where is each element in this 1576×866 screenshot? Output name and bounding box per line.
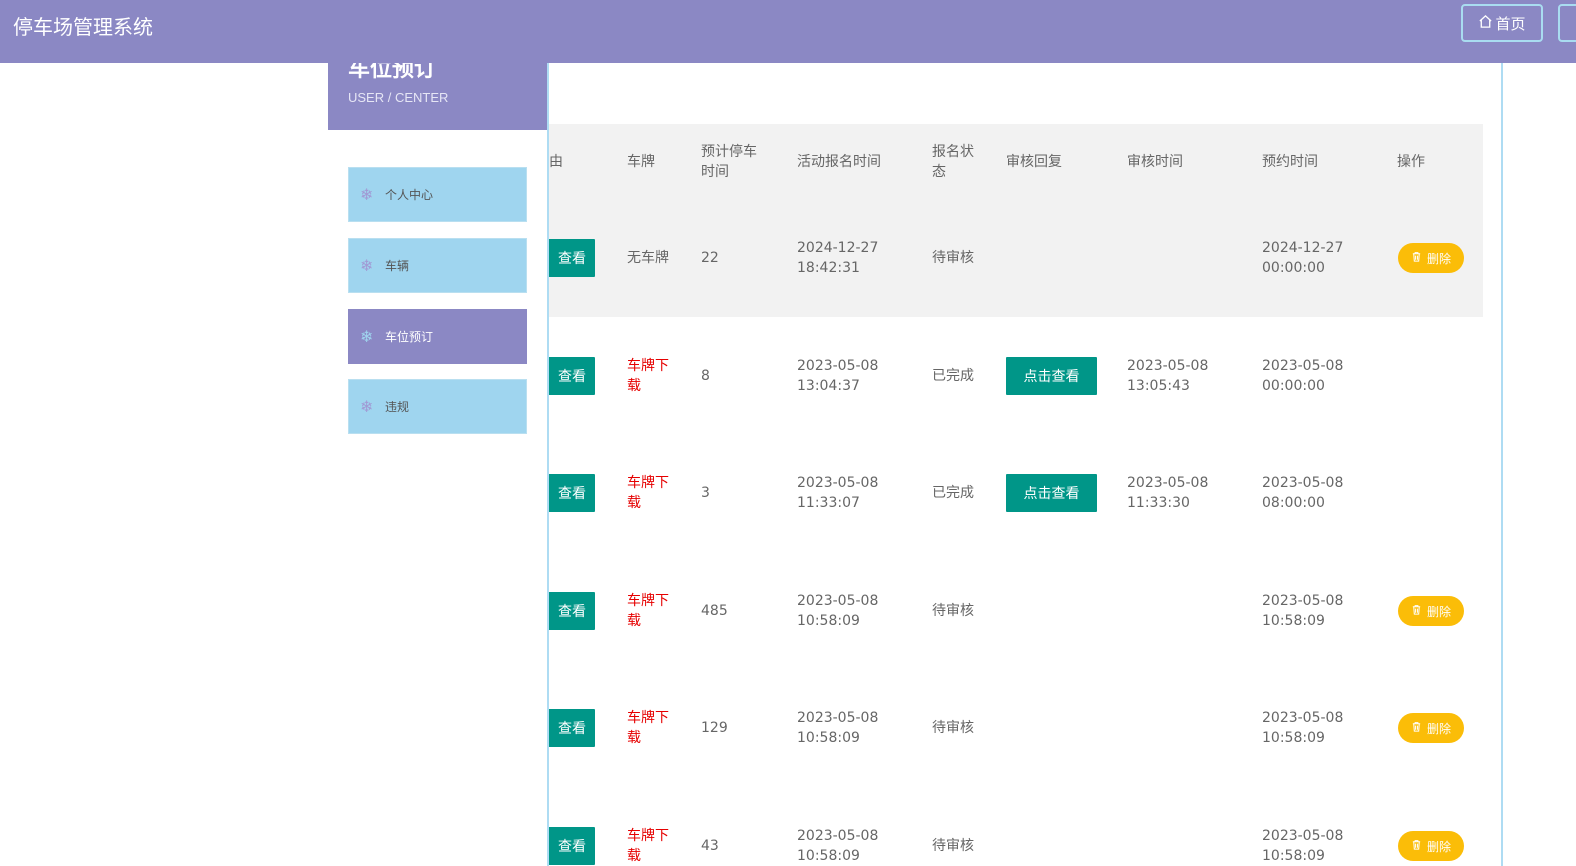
reason-view-label: 查看 bbox=[558, 839, 586, 855]
delete-button-label: 删除 bbox=[1426, 251, 1451, 266]
plate-cell[interactable]: 车牌下载 bbox=[627, 552, 677, 670]
reason-view-label: 查看 bbox=[558, 251, 586, 267]
sidebar-item-label: 车位预订 bbox=[385, 330, 434, 344]
plate-cell: 无车牌 bbox=[627, 250, 669, 266]
reserve-time-cell: 2024-12-27 00:00:00 bbox=[1262, 240, 1344, 276]
hours-cell: 43 bbox=[701, 838, 719, 854]
reserve-time-cell: 2023-05-08 10:58:09 bbox=[1262, 710, 1344, 746]
sidebar-item-label: 车辆 bbox=[385, 259, 410, 273]
review-time-cell: 2023-05-08 13:05:43 bbox=[1127, 358, 1209, 394]
review-time-cell bbox=[1127, 552, 1217, 670]
hours-cell: 8 bbox=[701, 368, 710, 384]
reason-view-label: 查看 bbox=[558, 486, 586, 502]
column-header: 由 bbox=[549, 153, 563, 170]
plate-cell[interactable]: 车牌下载 bbox=[627, 434, 677, 552]
reply-view-button[interactable]: 点击查看 bbox=[1006, 357, 1097, 395]
app-title: 停车场管理系统 bbox=[13, 15, 153, 39]
review-time-cell bbox=[1127, 669, 1217, 787]
status-cell: 已完成 bbox=[932, 368, 974, 384]
signup-time-cell: 2023-05-08 11:33:07 bbox=[797, 475, 879, 511]
status-cell: 待审核 bbox=[932, 720, 974, 736]
home-icon bbox=[1478, 14, 1493, 33]
delete-button[interactable]: 删除 bbox=[1398, 596, 1464, 626]
delete-button[interactable]: 删除 bbox=[1398, 243, 1464, 273]
column-header: 审核时间 bbox=[1127, 153, 1183, 170]
snowflake-icon: ❄ bbox=[360, 256, 374, 275]
table-row: 查看 车牌下载 43 2023-05-08 10:58:09 待审核 2023-05-08… bbox=[549, 787, 1483, 866]
reason-view-label: 查看 bbox=[558, 369, 586, 385]
column-header: 审核回复 bbox=[1006, 153, 1062, 170]
signup-time-cell: 2024-12-27 18:42:31 bbox=[797, 240, 879, 276]
trash-icon bbox=[1411, 251, 1422, 265]
trash-icon bbox=[1411, 721, 1422, 735]
sidebar-item-personal-center[interactable]: ❄ 个人中心 bbox=[348, 167, 527, 222]
table-row: 查看 车牌下载 129 2023-05-08 10:58:09 待审核 2023-05-0… bbox=[549, 669, 1483, 787]
sidebar-item-vehicle[interactable]: ❄ 车辆 bbox=[348, 238, 527, 293]
reason-view-button[interactable]: 查看 bbox=[549, 239, 595, 277]
sidebar-item-label: 违规 bbox=[385, 400, 410, 414]
table-header: 由 车牌 预计停车时间 活动报名时间 报名状态 审核回复 审核时间 预约时间 操… bbox=[549, 124, 1483, 199]
trash-icon bbox=[1411, 604, 1422, 618]
plate-cell[interactable]: 车牌下载 bbox=[627, 669, 677, 787]
table-row: 查看 车牌下载 485 2023-05-08 10:58:09 待审核 2023-05-0… bbox=[549, 552, 1483, 670]
reason-view-button[interactable]: 查看 bbox=[549, 709, 595, 747]
hours-cell: 485 bbox=[701, 603, 728, 619]
header-edge-button[interactable] bbox=[1558, 4, 1576, 42]
sidebar-item-label: 个人中心 bbox=[385, 188, 434, 202]
column-header: 预计停车时间 bbox=[701, 143, 757, 180]
signup-time-cell: 2023-05-08 10:58:09 bbox=[797, 593, 879, 629]
delete-button-label: 删除 bbox=[1426, 839, 1451, 854]
reserve-time-cell: 2023-05-08 10:58:09 bbox=[1262, 828, 1344, 864]
table-row: 查看 车牌下载 8 2023-05-08 13:04:37 已完成 点击查看 2023-05… bbox=[549, 317, 1483, 435]
hours-cell: 22 bbox=[701, 250, 719, 266]
reason-view-button[interactable]: 查看 bbox=[549, 592, 595, 630]
sidebar-item-reservation[interactable]: ❄ 车位预订 bbox=[348, 309, 527, 364]
column-header: 报名状态 bbox=[932, 143, 974, 180]
delete-button-label: 删除 bbox=[1426, 604, 1451, 619]
review-time-cell bbox=[1127, 199, 1217, 317]
column-header: 操作 bbox=[1397, 153, 1425, 170]
snowflake-icon: ❄ bbox=[360, 397, 374, 416]
signup-time-cell: 2023-05-08 10:58:09 bbox=[797, 710, 879, 746]
hours-cell: 3 bbox=[701, 485, 710, 501]
status-cell: 待审核 bbox=[932, 838, 974, 854]
reserve-time-cell: 2023-05-08 00:00:00 bbox=[1262, 358, 1344, 394]
delete-button[interactable]: 删除 bbox=[1398, 713, 1464, 743]
status-cell: 待审核 bbox=[932, 250, 974, 266]
column-header: 活动报名时间 bbox=[797, 153, 881, 170]
reply-view-button[interactable]: 点击查看 bbox=[1006, 474, 1097, 512]
trash-icon bbox=[1411, 839, 1422, 853]
plate-cell[interactable]: 车牌下载 bbox=[627, 317, 677, 435]
sidebar-item-violation[interactable]: ❄ 违规 bbox=[348, 379, 527, 434]
reason-view-button[interactable]: 查看 bbox=[549, 474, 595, 512]
delete-button[interactable]: 删除 bbox=[1398, 831, 1464, 861]
signup-time-cell: 2023-05-08 13:04:37 bbox=[797, 358, 879, 394]
hours-cell: 129 bbox=[701, 720, 728, 736]
review-time-cell: 2023-05-08 11:33:30 bbox=[1127, 475, 1209, 511]
status-cell: 待审核 bbox=[932, 603, 974, 619]
table-row: 查看 车牌下载 3 2023-05-08 11:33:07 已完成 点击查看 2023-05… bbox=[549, 434, 1483, 552]
home-button-label: 首页 bbox=[1495, 14, 1526, 33]
reserve-time-cell: 2023-05-08 10:58:09 bbox=[1262, 593, 1344, 629]
review-time-cell bbox=[1127, 787, 1217, 866]
sidebar-subtitle: USER / CENTER bbox=[348, 90, 449, 105]
reserve-time-cell: 2023-05-08 08:00:00 bbox=[1262, 475, 1344, 511]
signup-time-cell: 2023-05-08 10:58:09 bbox=[797, 828, 879, 864]
reason-view-button[interactable]: 查看 bbox=[549, 827, 595, 865]
column-header: 车牌 bbox=[627, 153, 655, 170]
reason-view-label: 查看 bbox=[558, 721, 586, 737]
status-cell: 已完成 bbox=[932, 485, 974, 501]
top-header: 停车场管理系统 首页 bbox=[0, 0, 1576, 63]
main-content-panel: 由 车牌 预计停车时间 活动报名时间 报名状态 审核回复 审核时间 预约时间 操… bbox=[547, 63, 1503, 866]
reason-view-button[interactable]: 查看 bbox=[549, 357, 595, 395]
column-header: 预约时间 bbox=[1262, 153, 1318, 170]
snowflake-icon: ❄ bbox=[360, 185, 374, 204]
plate-cell[interactable]: 车牌下载 bbox=[627, 787, 677, 866]
reason-view-label: 查看 bbox=[558, 604, 586, 620]
table-row: 查看 无车牌 22 2024-12-27 18:42:31 待审核 2024-12-27 … bbox=[549, 199, 1483, 317]
snowflake-icon: ❄ bbox=[360, 327, 374, 346]
home-button[interactable]: 首页 bbox=[1461, 4, 1543, 42]
delete-button-label: 删除 bbox=[1426, 721, 1451, 736]
